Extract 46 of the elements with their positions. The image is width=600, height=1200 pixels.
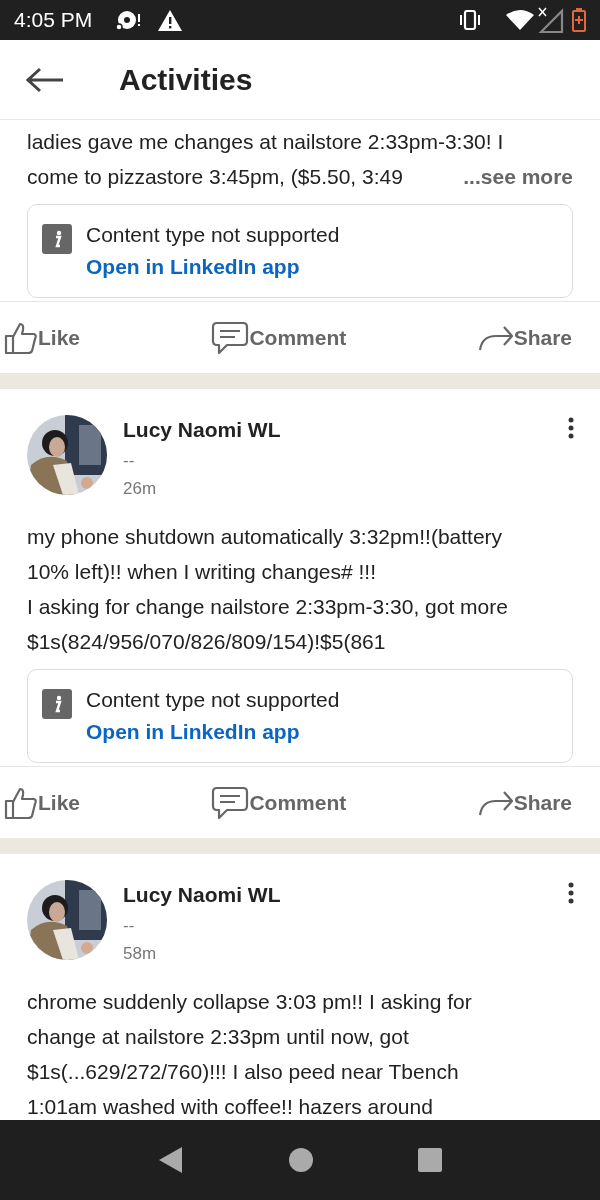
like-button[interactable]: Like bbox=[4, 785, 81, 820]
thumbs-up-icon bbox=[4, 785, 38, 820]
info-icon bbox=[42, 689, 72, 719]
vibrate-icon bbox=[458, 10, 482, 30]
info-icon bbox=[42, 224, 72, 254]
post-time: 58m bbox=[123, 943, 158, 965]
post-text: chrome suddenly collapse 3:03 pm!! I asking for bbox=[27, 989, 473, 1015]
share-button[interactable]: Share bbox=[477, 321, 572, 354]
status-time: 4:05 PM bbox=[14, 7, 93, 34]
home-icon[interactable] bbox=[289, 1148, 313, 1172]
post-text: ladies gave me changes at nailstore 2:33pm-3:30! I bbox=[27, 129, 505, 155]
post-text: $1s(...629/272/760)!!! I also peed near Tbench bbox=[27, 1059, 460, 1085]
notice-message: Content type not supported bbox=[86, 687, 340, 713]
open-app-link[interactable]: Open in LinkedIn app bbox=[86, 251, 300, 283]
page-title: Activities bbox=[119, 62, 253, 98]
post-text: I asking for change nailstore 2:33pm-3:30, got more bbox=[27, 594, 509, 620]
share-button[interactable]: Share bbox=[477, 786, 572, 819]
thumbs-up-icon bbox=[4, 320, 38, 355]
battery-icon bbox=[572, 8, 586, 32]
post-text: $1s(824/956/070/826/809/154)!$5(861 bbox=[27, 629, 387, 655]
author-headline: -- bbox=[123, 915, 136, 937]
comment-icon bbox=[211, 320, 250, 355]
like-button[interactable]: Like bbox=[4, 320, 81, 355]
post-text: come to pizzastore 3:45pm, ($5.50, 3:49 bbox=[27, 164, 403, 190]
post-time: 26m bbox=[123, 478, 158, 500]
post-text: change at nailstore 2:33pm until now, got bbox=[27, 1024, 410, 1050]
author-name: Lucy Naomi WL bbox=[123, 417, 281, 443]
author-headline: -- bbox=[123, 450, 136, 472]
wifi-icon bbox=[506, 10, 534, 30]
signal-icon bbox=[538, 7, 564, 33]
notification-icon bbox=[114, 9, 143, 31]
warning-icon bbox=[158, 9, 183, 31]
back-icon[interactable] bbox=[158, 1146, 184, 1174]
more-icon bbox=[568, 416, 574, 439]
back-arrow-icon[interactable] bbox=[26, 66, 64, 93]
post-text: my phone shutdown automatically 3:32pm!!(battery bbox=[27, 524, 504, 550]
author-name: Lucy Naomi WL bbox=[123, 882, 281, 908]
post-text: 10% left)!! when I writing changes# !!! bbox=[27, 559, 377, 585]
notice-message: Content type not supported bbox=[86, 222, 340, 248]
comment-button[interactable]: Comment bbox=[211, 785, 347, 820]
comment-icon bbox=[211, 785, 250, 820]
see-more-link[interactable]: ...see more bbox=[463, 159, 573, 194]
open-app-link[interactable]: Open in LinkedIn app bbox=[86, 716, 300, 748]
more-icon bbox=[568, 881, 574, 904]
post-text: 1:01am washed with coffee!! hazers around bbox=[27, 1094, 434, 1120]
comment-button[interactable]: Comment bbox=[211, 320, 347, 355]
